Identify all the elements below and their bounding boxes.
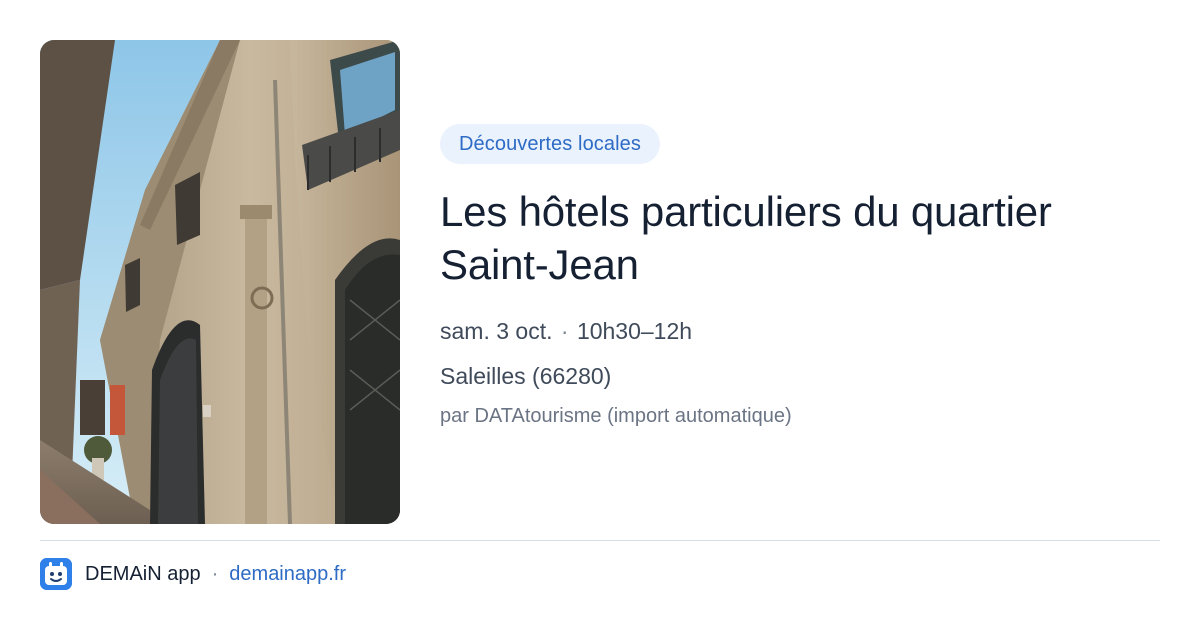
category-badge[interactable]: Découvertes locales <box>440 124 660 164</box>
site-link[interactable]: demainapp.fr <box>229 563 346 586</box>
event-title-line-1: Les hôtels particuliers du quartier <box>440 188 1052 235</box>
event-date: sam. 3 oct. <box>440 318 553 344</box>
event-title[interactable]: Les hôtels particuliers du quartier Sain… <box>440 185 1160 291</box>
app-name: DEMAiN app <box>85 562 201 585</box>
event-source: par DATAtourisme (import automatique) <box>440 405 792 427</box>
event-photo <box>40 40 400 524</box>
event-time: 10h30–12h <box>576 318 693 344</box>
townhouse-facade-illustration <box>40 40 400 524</box>
footer-divider <box>40 540 1160 541</box>
event-location: Saleilles (66280) <box>440 363 612 389</box>
event-title-line-2: Saint-Jean <box>440 241 639 288</box>
footer: DEMAiN app · demainapp.fr <box>40 558 346 590</box>
event-datetime: sam. 3 oct. · 10h30–12h <box>440 315 1160 347</box>
calendar-face-icon[interactable] <box>40 558 72 590</box>
footer-separator: · <box>211 562 219 585</box>
event-details: Découvertes locales Les hôtels particuli… <box>440 124 1160 430</box>
share-preview-card: Découvertes locales Les hôtels particuli… <box>0 0 1200 630</box>
datetime-separator: · <box>560 318 569 344</box>
